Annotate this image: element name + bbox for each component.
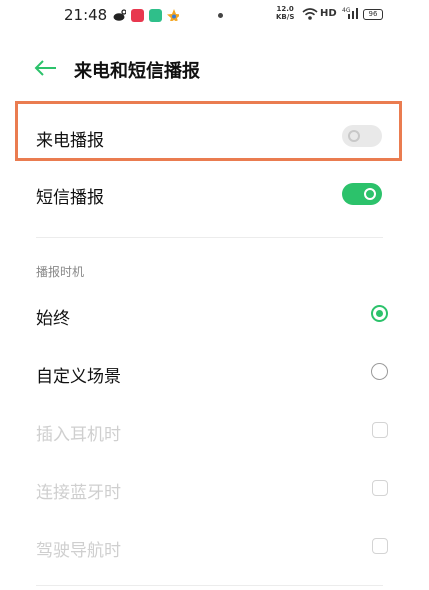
battery-indicator: 96: [363, 9, 383, 20]
option-label: 插入耳机时: [36, 425, 121, 445]
sms-announcement-toggle[interactable]: [342, 183, 382, 205]
network-speed: 12.0 KB/S: [276, 5, 294, 21]
option-label: 自定义场景: [36, 367, 121, 387]
video-app-icon: [131, 9, 144, 22]
highlight-frame: [15, 101, 402, 161]
signal-icon: 4G: [342, 7, 358, 19]
wifi-icon: [302, 8, 318, 20]
checkbox-disabled-icon: [372, 538, 388, 554]
option-label: 始终: [36, 309, 70, 329]
radio-unchecked-icon[interactable]: [371, 363, 388, 380]
signal-label: 4G: [342, 7, 351, 14]
network-speed-value: 12.0: [276, 5, 294, 13]
notification-dot-icon: [218, 13, 223, 18]
bottom-divider: [36, 585, 383, 586]
star-app-icon: [167, 9, 179, 21]
section-divider: [36, 237, 383, 238]
timing-section-label: 播报时机: [36, 265, 85, 279]
network-speed-unit: KB/S: [276, 13, 295, 21]
status-bar: 21:48 12.0 KB/S HD 4G 96: [0, 0, 429, 30]
back-arrow-icon[interactable]: [34, 59, 58, 77]
status-time: 21:48: [64, 6, 108, 24]
page-title: 来电和短信播报: [74, 61, 200, 82]
option-label: 驾驶导航时: [36, 541, 121, 561]
notes-app-icon: [149, 9, 162, 22]
radio-checked-icon[interactable]: [371, 305, 388, 322]
weibo-icon: [113, 9, 126, 21]
checkbox-disabled-icon: [372, 480, 388, 496]
sms-announcement-label: 短信播报: [36, 188, 104, 208]
option-label: 连接蓝牙时: [36, 483, 121, 503]
checkbox-disabled-icon: [372, 422, 388, 438]
toggle-knob: [364, 188, 376, 200]
hd-indicator: HD: [320, 8, 337, 19]
